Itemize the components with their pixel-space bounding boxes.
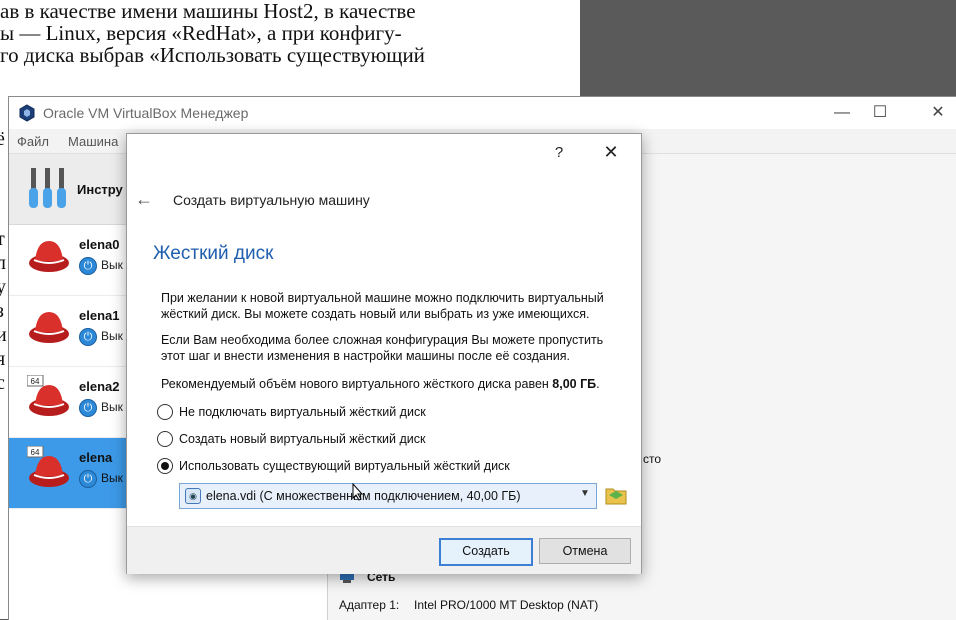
document-fragment: ё: [0, 128, 5, 150]
maximize-button[interactable]: ☐: [865, 101, 895, 125]
redhat-icon: [29, 241, 69, 272]
dialog-close-button[interactable]: ✕: [599, 140, 623, 164]
close-button[interactable]: ✕: [923, 101, 953, 125]
document-fragment: с: [0, 372, 5, 394]
recommend-period: .: [596, 377, 600, 391]
background-document: ав в качестве имени машины Host2, в каче…: [0, 0, 580, 100]
adapter-label: Адаптер 1:: [339, 598, 400, 612]
redhat-64-icon: 64: [27, 446, 69, 487]
use-existing-disk-radio[interactable]: [157, 458, 173, 474]
document-fragment: у: [0, 276, 6, 298]
recommend-size-value: 8,00 ГБ: [552, 377, 597, 391]
document-fragment: я: [0, 348, 6, 370]
power-off-icon: ⏻: [79, 328, 97, 346]
help-button[interactable]: ?: [547, 142, 571, 164]
dialog-titlebar: ? ✕: [127, 134, 641, 174]
arch-badge: 64: [31, 377, 40, 386]
vm-name: elena1: [79, 308, 120, 323]
details-fragment: сто: [643, 452, 662, 466]
dialog-footer: Создать Отмена: [127, 526, 641, 574]
cancel-button[interactable]: Отмена: [539, 538, 631, 564]
document-margin: ё тлузияс: [0, 100, 8, 619]
vm-name: elena: [79, 450, 113, 465]
power-off-icon: ⏻: [79, 257, 97, 275]
power-off-icon: ⏻: [79, 470, 97, 488]
disk-select[interactable]: ◉ elena.vdi (С множественным подключение…: [179, 483, 597, 509]
document-line-3: го диска выбрав «Использовать существующ…: [0, 43, 425, 67]
create-disk-label[interactable]: Создать новый виртуальный жёсткий диск: [179, 432, 425, 446]
tools-icon: [29, 168, 66, 208]
document-line-2: ы — Linux, версия «RedHat», а при конфиг…: [0, 21, 402, 45]
back-arrow-icon[interactable]: ←: [135, 189, 159, 209]
vm-status: Вык: [101, 329, 123, 343]
choose-disk-folder-icon[interactable]: [605, 485, 627, 505]
vm-name: elena2: [79, 379, 120, 394]
redhat-64-icon: 64: [27, 375, 69, 416]
desktop-background: [580, 0, 956, 100]
document-fragment: и: [0, 324, 7, 346]
no-disk-label[interactable]: Не подключать виртуальный жёсткий диск: [179, 405, 426, 419]
create-vm-dialog: ? ✕ ← Создать виртуальную машину Жесткий…: [126, 133, 642, 574]
virtualbox-icon: [19, 104, 35, 122]
advanced-config-paragraph: Если Вам необходима более сложная конфиг…: [161, 333, 604, 363]
recommend-label: Рекомендуемый объём нового виртуального …: [161, 377, 549, 391]
menu-file[interactable]: Файл: [17, 134, 49, 149]
power-off-icon: ⏻: [79, 399, 97, 417]
document-fragment: т: [0, 228, 5, 250]
page-heading: Жесткий диск: [153, 243, 274, 264]
menu-machine[interactable]: Машина: [68, 134, 118, 149]
redhat-icon: [29, 312, 69, 343]
description-paragraph: При желании к новой виртуальной машине м…: [161, 291, 604, 321]
document-fragment: л: [0, 252, 6, 274]
window-title: Oracle VM VirtualBox Менеджер: [43, 105, 249, 121]
create-disk-radio[interactable]: [157, 431, 173, 447]
arch-badge: 64: [31, 448, 40, 457]
mouse-cursor-icon: [352, 483, 364, 501]
chevron-down-icon: ▼: [580, 488, 590, 499]
tools-label: Инстру: [77, 182, 123, 197]
minimize-button[interactable]: —: [827, 101, 857, 125]
hard-disk-icon: ◉: [185, 488, 201, 504]
create-button[interactable]: Создать: [439, 538, 533, 566]
vm-status: Вык: [101, 471, 123, 485]
document-line-1: ав в качестве имени машины Host2, в каче…: [0, 0, 416, 23]
vm-status: Вык: [101, 258, 123, 272]
vm-name: elena0: [79, 237, 120, 252]
recommended-size-text: Рекомендуемый объём нового виртуального …: [161, 376, 621, 392]
adapter-value: Intel PRO/1000 MT Desktop (NAT): [414, 598, 599, 612]
no-disk-radio[interactable]: [157, 404, 173, 420]
vm-status: Вык: [101, 400, 123, 414]
document-fragment: з: [0, 300, 4, 323]
wizard-title: Создать виртуальную машину: [173, 192, 370, 208]
window-titlebar: Oracle VM VirtualBox Менеджер — ☐ ✕: [9, 97, 956, 129]
use-existing-disk-label[interactable]: Использовать существующий виртуальный жё…: [179, 459, 510, 473]
